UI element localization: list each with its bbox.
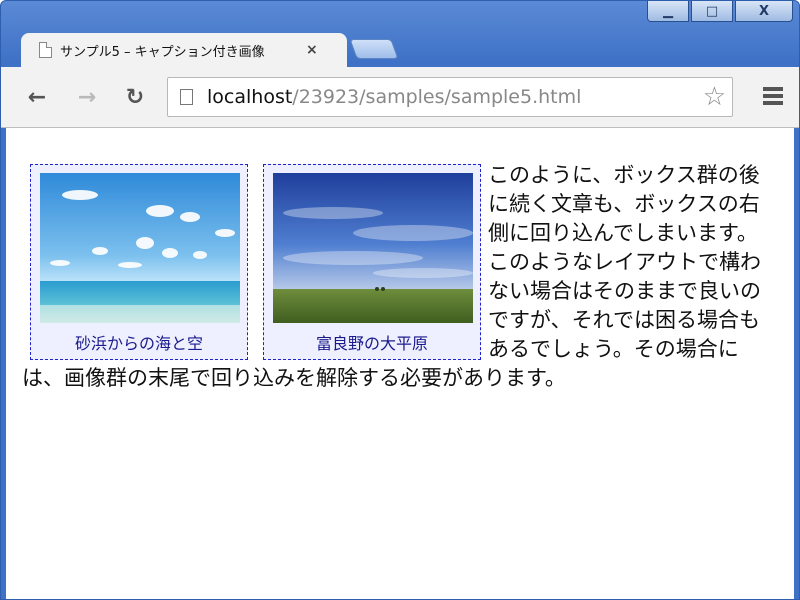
page-icon	[180, 89, 193, 105]
back-arrow-icon: ←	[27, 84, 47, 110]
figure-furano: 富良野の大平原	[263, 164, 481, 360]
url-text: localhost/23923/samples/sample5.html	[207, 86, 581, 108]
page-content: 砂浜からの海と空 富良野の大平原 このように、ボックス群の後に続く文章も、ボック…	[6, 128, 794, 599]
bookmark-star-icon[interactable]: ☆	[703, 82, 726, 112]
maximize-button[interactable]: □	[691, 1, 733, 22]
menu-button[interactable]	[763, 87, 783, 108]
figure-beach: 砂浜からの海と空	[30, 164, 248, 360]
figure-caption: 砂浜からの海と空	[74, 334, 203, 353]
url-host: localhost	[207, 86, 293, 108]
reload-icon: ↻	[125, 84, 145, 110]
toolbar: ← → ↻ localhost/23923/samples/sample5.ht…	[1, 67, 799, 128]
forward-button[interactable]: →	[73, 84, 101, 110]
menu-icon-bar	[763, 87, 783, 91]
furano-plain-photo	[273, 173, 473, 323]
article: 砂浜からの海と空 富良野の大平原 このように、ボックス群の後に続く文章も、ボック…	[6, 128, 794, 393]
tab-close-icon[interactable]: ×	[306, 42, 318, 58]
close-window-button[interactable]: X	[735, 1, 793, 22]
tab-title: サンプル5 – キャプション付き画像	[60, 44, 265, 60]
reload-button[interactable]: ↻	[121, 84, 149, 110]
new-tab-button[interactable]	[349, 39, 399, 59]
url-path: /23923/samples/sample5.html	[292, 86, 582, 108]
maximize-icon: □	[705, 3, 719, 19]
address-bar[interactable]: localhost/23923/samples/sample5.html ☆	[167, 77, 733, 117]
page-icon	[39, 42, 52, 58]
back-button[interactable]: ←	[23, 84, 51, 110]
close-icon: X	[758, 3, 770, 19]
browser-window: ▁ □ X サンプル5 – キャプション付き画像 × ← → ↻ localho…	[0, 0, 800, 600]
tab-active[interactable]: サンプル5 – キャプション付き画像 ×	[21, 33, 347, 67]
forward-arrow-icon: →	[77, 84, 97, 110]
minimize-button[interactable]: ▁	[647, 1, 689, 22]
figure-caption: 富良野の大平原	[315, 334, 428, 353]
menu-icon-bar	[763, 94, 783, 98]
beach-sea-sky-photo	[40, 173, 240, 323]
menu-icon-bar	[763, 101, 783, 105]
minimize-icon: ▁	[663, 3, 673, 19]
window-controls: ▁ □ X	[647, 1, 793, 22]
tab-strip: サンプル5 – キャプション付き画像 ×	[1, 29, 799, 67]
